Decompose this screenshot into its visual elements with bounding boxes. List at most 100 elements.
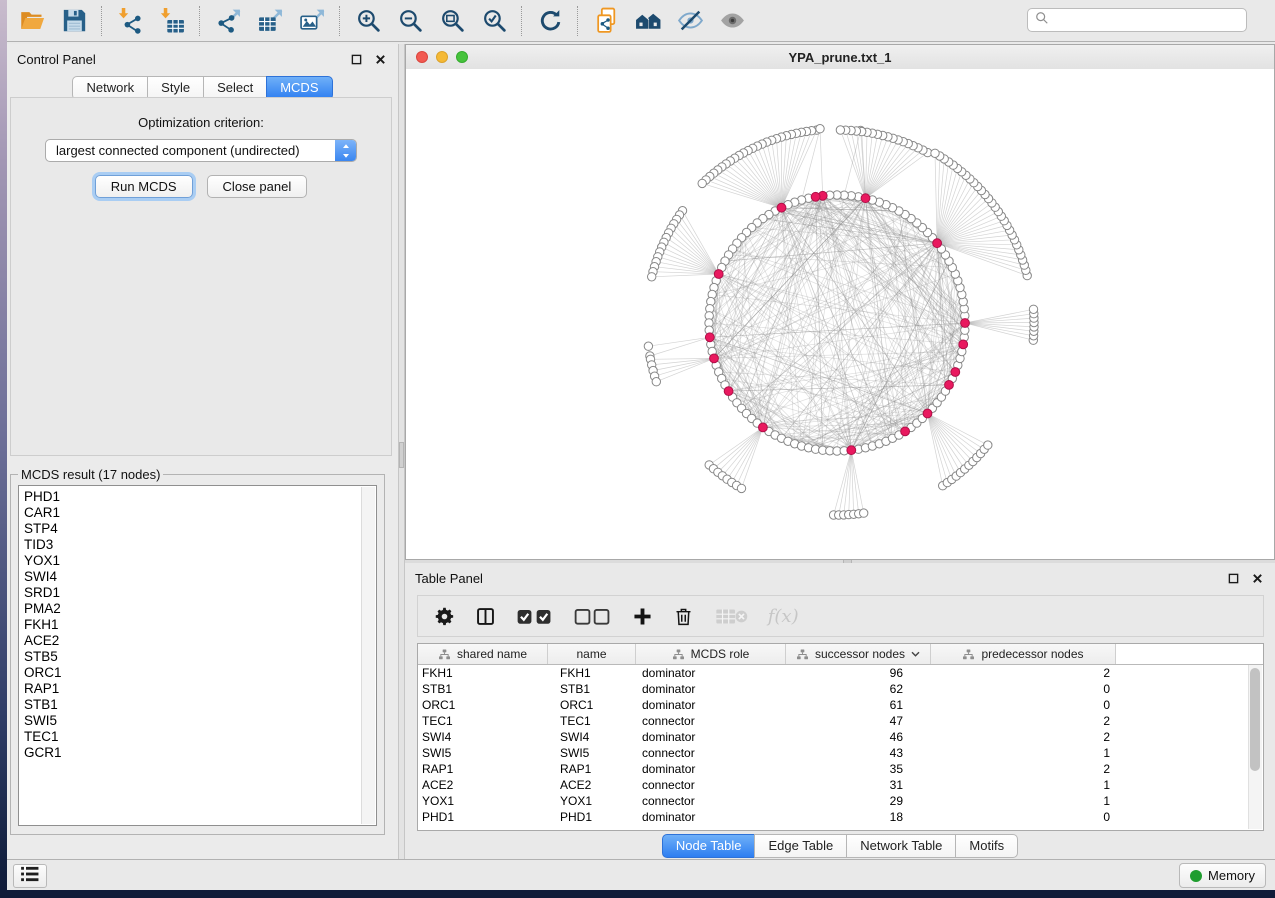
mcds-result-item[interactable]: STP4 [24,521,376,537]
mcds-hub-node[interactable] [724,387,733,396]
column-header-successor-nodes[interactable]: successor nodes [786,644,931,664]
close-table-panel-icon[interactable] [1249,570,1265,586]
import-table-button[interactable] [154,4,190,38]
window-zoom-button[interactable] [456,51,468,63]
tab-network-table[interactable]: Network Table [846,834,956,858]
table-row[interactable]: ORC1ORC1dominator610 [418,697,1263,713]
table-row[interactable]: RAP1RAP1dominator352 [418,761,1263,777]
mcds-hub-node[interactable] [714,270,723,279]
table-row[interactable]: ACE2ACE2connector311 [418,777,1263,793]
export-network-button[interactable] [210,4,246,38]
run-mcds-button[interactable]: Run MCDS [95,175,193,198]
optimization-criterion-select[interactable]: largest connected component (undirected) [45,139,357,162]
memory-button[interactable]: Memory [1179,863,1266,888]
leaf-node[interactable] [836,126,844,134]
tab-edge-table[interactable]: Edge Table [754,834,847,858]
zoom-fit-button[interactable] [434,4,470,38]
mcds-result-item[interactable]: ORC1 [24,665,376,681]
table-row[interactable]: STB1STB1dominator620 [418,681,1263,697]
mcds-hub-node[interactable] [901,427,910,436]
leaf-node[interactable] [644,342,652,350]
network-canvas[interactable] [406,69,1274,559]
table-scrollbar[interactable] [1248,665,1262,829]
mcds-result-item[interactable]: PMA2 [24,601,376,617]
leaf-node[interactable] [648,273,656,281]
table-row[interactable]: FKH1FKH1dominator962 [418,665,1263,681]
show-hide-columns-button[interactable] [472,603,498,629]
clone-network-button[interactable] [588,4,624,38]
float-table-panel-icon[interactable] [1225,570,1241,586]
mcds-hub-node[interactable] [759,423,768,432]
column-header-name[interactable]: name [548,644,636,664]
table-row[interactable]: PHD1PHD1dominator180 [418,809,1263,825]
leaf-node[interactable] [698,179,706,187]
mcds-hub-node[interactable] [961,319,970,328]
add-column-button[interactable] [630,603,656,629]
mcds-result-item[interactable]: YOX1 [24,553,376,569]
open-file-button[interactable] [14,4,50,38]
table-row[interactable]: SWI4SWI4dominator462 [418,729,1263,745]
mcds-hub-node[interactable] [710,354,719,363]
import-network-button[interactable] [112,4,148,38]
search-input[interactable] [1054,10,1246,30]
zoom-selected-button[interactable] [476,4,512,38]
refresh-button[interactable] [532,4,568,38]
zoom-in-button[interactable] [350,4,386,38]
leaf-node[interactable] [1029,305,1037,313]
float-panel-icon[interactable] [348,51,364,67]
table-scrollbar-thumb[interactable] [1250,668,1260,771]
leaf-node[interactable] [816,125,824,133]
result-list-scrollbar[interactable] [361,487,375,824]
mcds-hub-node[interactable] [945,381,954,390]
vertical-splitter[interactable] [398,44,405,859]
mcds-result-item[interactable]: STB1 [24,697,376,713]
first-neighbors-button[interactable] [630,4,666,38]
window-minimize-button[interactable] [436,51,448,63]
vertical-splitter-handle[interactable] [399,442,404,468]
save-session-button[interactable] [56,4,92,38]
mcds-result-item[interactable]: CAR1 [24,505,376,521]
close-panel-icon[interactable] [372,51,388,67]
mcds-hub-node[interactable] [847,446,856,455]
mcds-hub-node[interactable] [959,340,968,349]
column-header-predecessor-nodes[interactable]: predecessor nodes [931,644,1116,664]
mcds-result-item[interactable]: PHD1 [24,489,376,505]
show-all-button[interactable] [714,4,750,38]
column-header-MCDS-role[interactable]: MCDS role [636,644,786,664]
select-all-rows-button[interactable] [513,603,556,629]
deselect-all-rows-button[interactable] [571,603,614,629]
mcds-result-item[interactable]: TID3 [24,537,376,553]
mcds-result-item[interactable]: SWI5 [24,713,376,729]
leaf-node[interactable] [737,484,745,492]
mcds-hub-node[interactable] [951,368,960,377]
table-row[interactable]: SWI5SWI5connector431 [418,745,1263,761]
mcds-result-item[interactable]: ACE2 [24,633,376,649]
export-image-button[interactable] [294,4,330,38]
mcds-hub-node[interactable] [811,192,820,201]
mcds-hub-node[interactable] [777,203,786,212]
hide-selected-button[interactable] [672,4,708,38]
mcds-result-item[interactable]: STB5 [24,649,376,665]
table-row[interactable]: YOX1YOX1connector291 [418,793,1263,809]
mcds-result-item[interactable]: RAP1 [24,681,376,697]
task-history-button[interactable] [13,864,47,888]
export-table-button[interactable] [252,4,288,38]
column-header-shared-name[interactable]: shared name [418,644,548,664]
tab-motifs[interactable]: Motifs [955,834,1018,858]
leaf-node[interactable] [984,441,992,449]
tab-node-table[interactable]: Node Table [662,834,756,858]
mcds-hub-node[interactable] [923,409,932,418]
leaf-node[interactable] [652,378,660,386]
zoom-out-button[interactable] [392,4,428,38]
mcds-hub-node[interactable] [861,194,870,203]
leaf-node[interactable] [931,149,939,157]
leaf-node[interactable] [860,509,868,517]
mcds-result-item[interactable]: TEC1 [24,729,376,745]
close-panel-button[interactable]: Close panel [207,175,308,198]
table-mode-button[interactable] [431,603,457,629]
table-row[interactable]: TEC1TEC1connector472 [418,713,1263,729]
mcds-result-item[interactable]: SWI4 [24,569,376,585]
mcds-result-item[interactable]: SRD1 [24,585,376,601]
mcds-hub-node[interactable] [933,239,942,248]
mcds-result-item[interactable]: GCR1 [24,745,376,761]
